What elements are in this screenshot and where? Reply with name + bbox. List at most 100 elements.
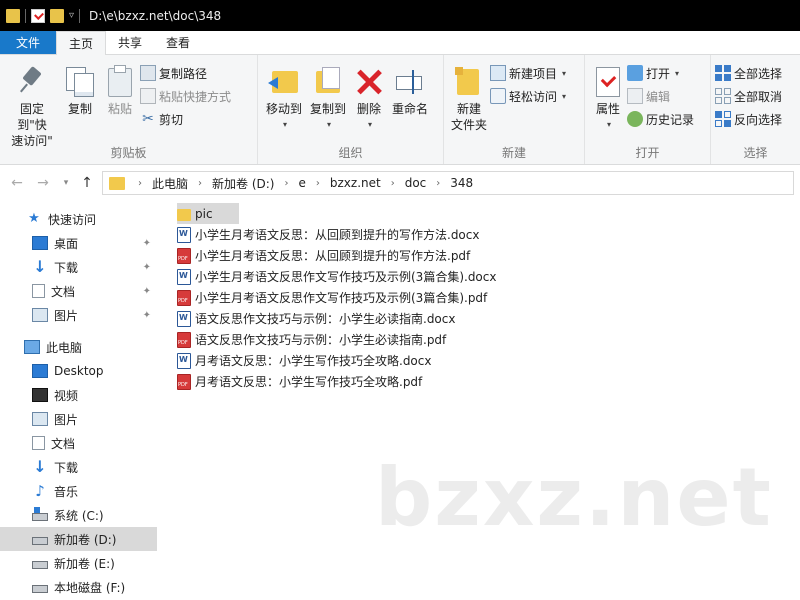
sidebar-item-drive-e[interactable]: 新加卷 (E:) — [0, 551, 157, 575]
computer-icon — [24, 340, 40, 354]
copy-icon — [64, 65, 96, 97]
sidebar-item-label: 图片 — [54, 308, 79, 323]
chevron-right-icon[interactable]: › — [133, 178, 147, 189]
address-bar[interactable]: › 此电脑 › 新加卷 (D:) › e › bzxz.net › doc › … — [102, 171, 794, 195]
organize-group: 移动到 ▾ 复制到 ▾ 删除 ▾ 重命名 组织 — [258, 55, 444, 164]
scissors-icon: ✂ — [142, 111, 154, 127]
tab-home[interactable]: 主页 — [56, 31, 107, 55]
new-folder-label-2: 文件夹 — [451, 118, 488, 132]
file-name: 月考语文反思：小学生写作技巧全攻略.pdf — [195, 375, 423, 389]
paste-shortcut-icon — [140, 88, 156, 104]
list-item[interactable]: pic — [177, 203, 239, 224]
copy-path-label: 复制路径 — [159, 66, 208, 81]
tab-file[interactable]: 文件 — [0, 31, 56, 54]
sidebar-item-documents[interactable]: 文档 ✦ — [0, 279, 157, 303]
easy-access-label: 轻松访问 — [509, 89, 558, 104]
chevron-right-icon[interactable]: › — [193, 178, 207, 189]
folder-icon — [177, 208, 191, 221]
music-note-icon: ♪ — [35, 482, 45, 500]
properties-label: 属性 — [595, 102, 620, 116]
copy-to-icon — [312, 65, 344, 97]
list-item[interactable]: 月考语文反思：小学生写作技巧全攻略.pdf — [177, 371, 800, 392]
select-none-button[interactable]: 全部取消 — [715, 86, 782, 106]
breadcrumb-this-pc[interactable]: 此电脑 — [149, 175, 191, 192]
pdf-document-icon — [177, 331, 191, 348]
sidebar-item-this-pc[interactable]: 此电脑 — [0, 335, 157, 359]
breadcrumb-e[interactable]: e — [295, 176, 308, 190]
file-name: 语文反思作文技巧与示例：小学生必读指南.pdf — [195, 333, 447, 347]
copy-path-icon — [140, 65, 156, 81]
chevron-right-icon[interactable]: › — [386, 178, 400, 189]
sidebar-item-downloads[interactable]: ↓ 下载 ✦ — [0, 255, 157, 279]
invert-selection-label: 反向选择 — [734, 112, 783, 127]
sidebar-item-quick-access[interactable]: ★ 快速访问 — [0, 207, 157, 231]
tab-view[interactable]: 查看 — [154, 31, 202, 54]
sidebar-item-downloads-pc[interactable]: ↓ 下载 — [0, 455, 157, 479]
cut-button[interactable]: ✂ 剪切 — [140, 109, 231, 129]
new-folder-quick-icon[interactable] — [50, 8, 64, 23]
list-item[interactable]: 语文反思作文技巧与示例：小学生必读指南.pdf — [177, 329, 800, 350]
file-name: 小学生月考语文反思：从回顾到提升的写作方法.docx — [195, 228, 480, 242]
chevron-down-icon: ▾ — [562, 68, 567, 78]
breadcrumb-348[interactable]: 348 — [447, 176, 476, 190]
file-list: pic 小学生月考语文反思：从回顾到提升的写作方法.docx 小学生月考语文反思… — [157, 203, 800, 600]
breadcrumb-drive-d[interactable]: 新加卷 (D:) — [209, 175, 277, 192]
chevron-right-icon[interactable]: › — [431, 178, 445, 189]
sidebar-item-desktop[interactable]: 桌面 ✦ — [0, 231, 157, 255]
sidebar-item-desktop-pc[interactable]: Desktop — [0, 359, 157, 383]
select-none-icon — [715, 88, 731, 104]
sidebar-item-drive-d[interactable]: 新加卷 (D:) — [0, 527, 157, 551]
sidebar-item-drive-f[interactable]: 本地磁盘 (F:) — [0, 575, 157, 599]
paste-shortcut-button[interactable]: 粘贴快捷方式 — [140, 86, 231, 106]
chevron-right-icon[interactable]: › — [279, 178, 293, 189]
sidebar-item-music[interactable]: ♪ 音乐 — [0, 479, 157, 503]
ribbon: 固定到"快 速访问" 复制 粘贴 复制路径 粘贴快捷方式 ✂ 剪切 剪贴板 移动… — [0, 55, 800, 165]
history-icon — [627, 111, 643, 127]
up-arrow-icon[interactable]: ↑ — [76, 175, 98, 191]
open-button[interactable]: 打开 ▾ — [627, 63, 694, 83]
list-item[interactable]: 月考语文反思：小学生写作技巧全攻略.docx — [177, 350, 800, 371]
sidebar-item-documents-pc[interactable]: 文档 — [0, 431, 157, 455]
recent-locations-chevron-icon[interactable]: ▾ — [60, 178, 72, 188]
list-item[interactable]: 小学生月考语文反思：从回顾到提升的写作方法.docx — [177, 224, 800, 245]
properties-quick-icon[interactable] — [31, 8, 45, 23]
sidebar-item-pictures-pc[interactable]: 图片 — [0, 407, 157, 431]
list-item[interactable]: 语文反思作文技巧与示例：小学生必读指南.docx — [177, 308, 800, 329]
file-name: pic — [195, 206, 213, 221]
clipboard-group: 固定到"快 速访问" 复制 粘贴 复制路径 粘贴快捷方式 ✂ 剪切 剪贴板 — [0, 55, 258, 164]
sidebar-item-label: 新加卷 (D:) — [54, 532, 117, 547]
new-item-button[interactable]: 新建项目 ▾ — [490, 63, 566, 83]
file-name: 小学生月考语文反思作文写作技巧及示例(3篇合集).docx — [195, 270, 497, 284]
watermark: bzxz.net — [375, 451, 773, 544]
pin-icon: ✦ — [142, 309, 151, 321]
sidebar-item-label: 本地磁盘 (F:) — [54, 580, 126, 595]
breadcrumb-bzxz[interactable]: bzxz.net — [327, 176, 384, 190]
invert-selection-icon — [715, 111, 731, 127]
select-all-button[interactable]: 全部选择 — [715, 63, 782, 83]
folder-icon[interactable] — [6, 8, 20, 23]
chevron-right-icon[interactable]: › — [311, 178, 325, 189]
edit-button[interactable]: 编辑 — [627, 86, 694, 106]
list-item[interactable]: 小学生月考语文反思：从回顾到提升的写作方法.pdf — [177, 245, 800, 266]
history-label: 历史记录 — [646, 112, 695, 127]
delete-label: 删除 — [356, 102, 381, 116]
easy-access-button[interactable]: 轻松访问 ▾ — [490, 86, 566, 106]
back-arrow-icon[interactable]: ← — [6, 175, 28, 191]
word-document-icon — [177, 310, 191, 327]
forward-arrow-icon[interactable]: → — [32, 175, 54, 191]
word-document-icon — [177, 226, 191, 243]
invert-selection-button[interactable]: 反向选择 — [715, 109, 782, 129]
copy-path-button[interactable]: 复制路径 — [140, 63, 231, 83]
breadcrumb-doc[interactable]: doc — [402, 176, 430, 190]
pdf-document-icon — [177, 289, 191, 306]
file-name: 小学生月考语文反思作文写作技巧及示例(3篇合集).pdf — [195, 291, 488, 305]
list-item[interactable]: 小学生月考语文反思作文写作技巧及示例(3篇合集).docx — [177, 266, 800, 287]
history-button[interactable]: 历史记录 — [627, 109, 694, 129]
list-item[interactable]: 小学生月考语文反思作文写作技巧及示例(3篇合集).pdf — [177, 287, 800, 308]
quick-access-dropdown-icon[interactable]: ▿ — [69, 10, 74, 21]
sidebar-item-videos[interactable]: 视频 — [0, 383, 157, 407]
sidebar-item-drive-c[interactable]: 系统 (C:) — [0, 503, 157, 527]
tab-share[interactable]: 共享 — [106, 31, 154, 54]
sidebar-item-pictures[interactable]: 图片 ✦ — [0, 303, 157, 327]
document-icon — [32, 436, 45, 450]
